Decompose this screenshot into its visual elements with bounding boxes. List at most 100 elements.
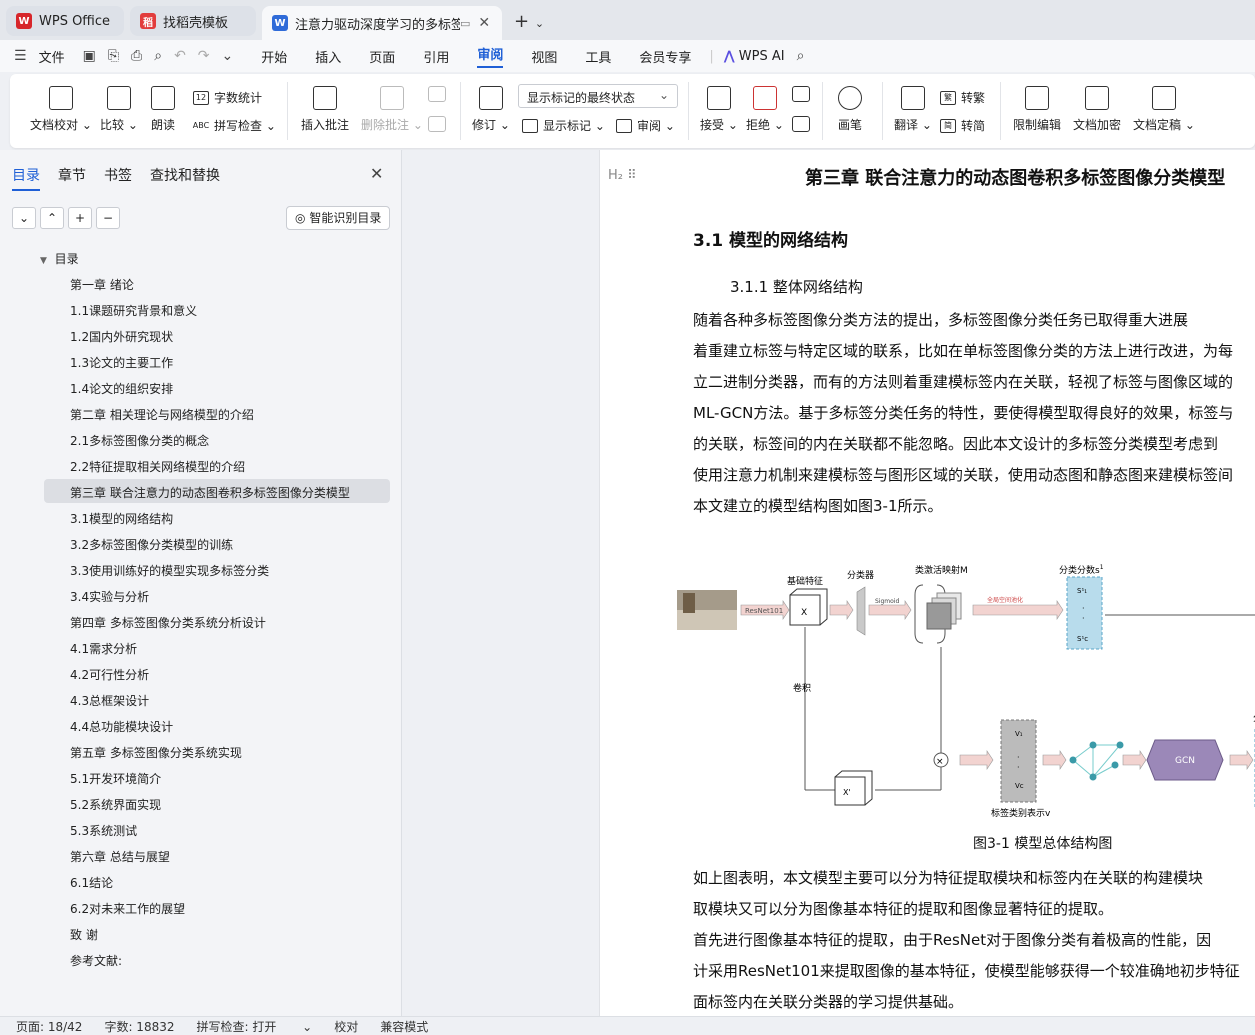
- toc-item[interactable]: 2.2特征提取相关网络模型的介绍: [70, 458, 245, 475]
- close-icon[interactable]: ✕: [370, 164, 383, 183]
- finalize-button[interactable]: 文档定稿 ⌄: [1133, 86, 1195, 133]
- next-change-button[interactable]: [792, 116, 810, 138]
- arrow-to-output: [1229, 750, 1254, 770]
- spell-check-button[interactable]: ABC 拼写检查 ⌄: [193, 117, 276, 134]
- plus-icon[interactable]: +: [68, 207, 92, 229]
- restrict-edit-label: 限制编辑: [1013, 118, 1062, 132]
- hamburger-icon[interactable]: ☰: [14, 48, 27, 64]
- toc-item[interactable]: 3.2多标签图像分类模型的训练: [70, 536, 233, 553]
- toc-item[interactable]: 3.4实验与分析: [70, 588, 149, 605]
- toc-item[interactable]: 4.4总功能模块设计: [70, 718, 173, 735]
- word-count-status[interactable]: 字数: 18832: [104, 1018, 174, 1035]
- encrypt-button[interactable]: 文档加密: [1073, 86, 1121, 133]
- markup-state-dropdown[interactable]: 显示标记的最终状态 ⌄: [518, 84, 678, 108]
- chevron-down-icon: ⌄: [658, 88, 669, 102]
- chevron-down-icon[interactable]: ⌄: [535, 17, 544, 30]
- to-simplified-button[interactable]: 简 转简: [940, 117, 985, 134]
- tab-wps-office[interactable]: W WPS Office: [6, 6, 124, 36]
- toc-item[interactable]: 5.1开发环境简介: [70, 770, 161, 787]
- toc-item[interactable]: 第六章 总结与展望: [70, 848, 170, 865]
- show-markup-button[interactable]: 显示标记 ⌄: [522, 117, 605, 134]
- toc-item[interactable]: 第五章 多标签图像分类系统实现: [70, 744, 242, 761]
- toc-item[interactable]: 1.2国内外研究现状: [70, 328, 173, 345]
- tab-sections[interactable]: 章节: [58, 165, 86, 191]
- prev-comment-button[interactable]: [428, 86, 446, 108]
- heading-marker[interactable]: H₂ ⠿: [608, 168, 637, 183]
- accept-button[interactable]: 接受 ⌄: [700, 86, 738, 133]
- toc-item[interactable]: 致 谢: [70, 926, 98, 943]
- smart-toc-button[interactable]: ◎ 智能识别目录: [286, 206, 391, 230]
- doc-check-button[interactable]: 文档校对 ⌄: [30, 86, 92, 133]
- toc-item[interactable]: 4.1需求分析: [70, 640, 137, 657]
- toc-item[interactable]: 1.1课题研究背景和意义: [70, 302, 197, 319]
- compare-button[interactable]: 比较 ⌄: [100, 86, 138, 133]
- toc-item[interactable]: 6.1结论: [70, 874, 113, 891]
- menu-wps-ai[interactable]: WPS AI: [739, 49, 785, 64]
- pen-button[interactable]: 画笔: [838, 86, 862, 133]
- toc-item[interactable]: 6.2对未来工作的展望: [70, 900, 185, 917]
- to-traditional-button[interactable]: 繁 转繁: [940, 89, 985, 106]
- toc-item[interactable]: 4.3总框架设计: [70, 692, 149, 709]
- toc-item[interactable]: 第一章 绪论: [70, 276, 134, 293]
- close-tab-icon[interactable]: ✕: [478, 15, 490, 31]
- toc-item[interactable]: 第三章 联合注意力的动态图卷积多标签图像分类模型: [70, 484, 350, 501]
- menu-page[interactable]: 页面: [369, 47, 395, 66]
- spell-check-status[interactable]: 拼写检查: 打开 ⌄: [197, 1018, 313, 1035]
- new-tab-button[interactable]: + ⌄: [514, 11, 544, 32]
- tab-bookmarks[interactable]: 书签: [104, 165, 132, 191]
- print-preview-icon[interactable]: ⌕: [154, 48, 162, 64]
- document-page[interactable]: H₂ ⠿ 第三章 联合注意力的动态图卷积多标签图像分类模型 3.1 模型的网络结…: [599, 150, 1255, 1016]
- save-icon[interactable]: ▣: [83, 48, 96, 64]
- more-chevron-icon[interactable]: ⌄: [222, 48, 234, 64]
- toc-item[interactable]: 2.1多标签图像分类的概念: [70, 432, 209, 449]
- toc-item[interactable]: 3.1模型的网络结构: [70, 510, 173, 527]
- page-indicator[interactable]: 页面: 18/42: [16, 1018, 82, 1035]
- redo-icon[interactable]: ↷: [198, 48, 210, 64]
- menu-member[interactable]: 会员专享: [639, 47, 691, 66]
- menu-review[interactable]: 审阅: [477, 44, 504, 68]
- menu-tools[interactable]: 工具: [585, 47, 611, 66]
- track-changes-button[interactable]: 修订 ⌄: [472, 86, 510, 133]
- toc-item[interactable]: 5.2系统界面实现: [70, 796, 161, 813]
- delete-comment-button[interactable]: 删除批注 ⌄: [361, 86, 423, 133]
- translate-button[interactable]: 翻译 ⌄: [894, 86, 932, 133]
- proofread-status[interactable]: 校对: [334, 1018, 358, 1035]
- undo-icon[interactable]: ↶: [174, 48, 186, 64]
- window-icon[interactable]: ▭: [460, 17, 470, 30]
- collapse-up-icon[interactable]: ⌃: [40, 207, 64, 229]
- tab-current-document[interactable]: W 注意力驱动深度学习的多标签 ▭ ✕: [262, 6, 502, 40]
- search-icon[interactable]: ⌕: [797, 48, 805, 64]
- read-aloud-button[interactable]: 朗读: [151, 86, 175, 133]
- expand-down-icon[interactable]: ⌄: [12, 207, 36, 229]
- paragraph-line: 本文建立的模型结构图如图3-1所示。: [693, 497, 943, 515]
- menu-references[interactable]: 引用: [423, 47, 449, 66]
- toc-item[interactable]: 3.3使用训练好的模型实现多标签分类: [70, 562, 269, 579]
- insert-comment-button[interactable]: 插入批注: [301, 86, 349, 133]
- v1-label: V₁: [1015, 730, 1023, 738]
- restrict-edit-button[interactable]: 限制编辑: [1013, 86, 1061, 133]
- toc-item[interactable]: 1.3论文的主要工作: [70, 354, 173, 371]
- tab-toc[interactable]: 目录: [12, 165, 40, 191]
- toc-item[interactable]: 5.3系统测试: [70, 822, 137, 839]
- toc-item[interactable]: 1.4论文的组织安排: [70, 380, 173, 397]
- toc-item[interactable]: 4.2可行性分析: [70, 666, 149, 683]
- review-pane-button[interactable]: 审阅 ⌄: [616, 117, 675, 134]
- menu-insert[interactable]: 插入: [315, 47, 341, 66]
- toc-item[interactable]: 第二章 相关理论与网络模型的介绍: [70, 406, 254, 423]
- drag-handle-icon[interactable]: ⠿: [627, 168, 637, 183]
- next-comment-button[interactable]: [428, 116, 446, 138]
- menu-home[interactable]: 开始: [261, 47, 287, 66]
- minus-icon[interactable]: −: [96, 207, 120, 229]
- export-icon[interactable]: ⎘: [108, 48, 119, 64]
- word-count-button[interactable]: 12 字数统计: [193, 89, 262, 106]
- tab-docer-templates[interactable]: 稻 找稻壳模板: [130, 6, 256, 36]
- print-icon[interactable]: ⎙: [131, 48, 142, 64]
- tab-find-replace[interactable]: 查找和替换: [150, 165, 220, 191]
- toc-root[interactable]: ▼ 目录: [40, 250, 79, 267]
- prev-change-button[interactable]: [792, 86, 810, 108]
- menu-file[interactable]: 文件: [39, 47, 65, 66]
- toc-item[interactable]: 参考文献:: [70, 952, 122, 969]
- reject-button[interactable]: 拒绝 ⌄: [746, 86, 784, 133]
- toc-item[interactable]: 第四章 多标签图像分类系统分析设计: [70, 614, 266, 631]
- menu-view[interactable]: 视图: [531, 47, 557, 66]
